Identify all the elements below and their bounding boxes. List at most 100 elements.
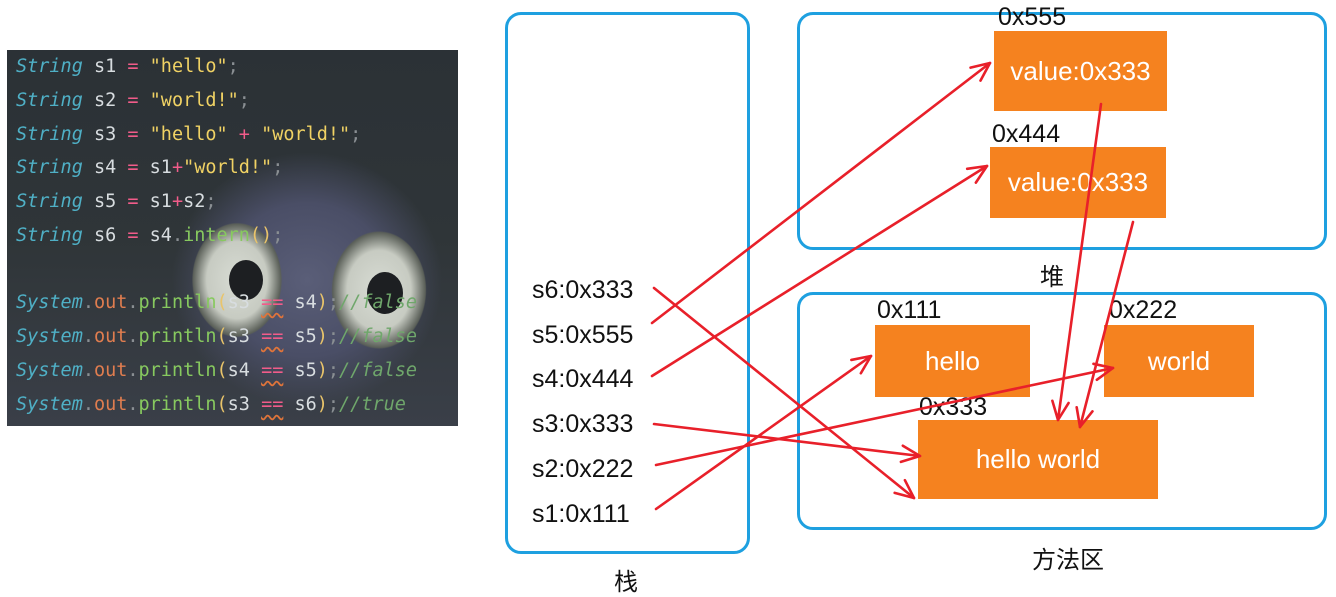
stack-item-s3: s3:0x333 — [532, 410, 634, 438]
code-token: String — [16, 191, 83, 212]
code-token: = — [127, 90, 139, 111]
heap-region-label: 堆 — [1040, 263, 1064, 291]
code-token: . — [127, 360, 139, 381]
code-token: = — [127, 157, 139, 178]
code-token: String — [16, 90, 83, 111]
code-token: s4 — [283, 292, 317, 313]
code-token: s2 — [183, 191, 206, 212]
code-token: String — [16, 124, 83, 145]
code-token: s1 — [138, 191, 172, 212]
code-token: + — [238, 124, 250, 145]
code-token: ) — [316, 360, 328, 381]
code-token: s3 — [227, 394, 262, 415]
code-token: s2 — [82, 90, 128, 111]
code-token: s1 — [138, 157, 172, 178]
code-token: println — [138, 360, 217, 381]
code-token: . — [82, 360, 94, 381]
code-token: String — [16, 157, 83, 178]
code-line: String s6 = s4.intern(); — [16, 219, 283, 253]
code-token: "world!" — [183, 157, 273, 178]
code-token: //true — [339, 394, 406, 415]
code-token: ( — [216, 360, 228, 381]
code-token: out — [93, 326, 128, 347]
heap-object-box: value:0x333 — [994, 31, 1167, 111]
heap-object-box: value:0x333 — [990, 147, 1166, 218]
code-token: String — [16, 225, 83, 246]
code-token: s6 — [283, 394, 317, 415]
code-token: == — [261, 292, 284, 313]
code-token: s3 — [227, 326, 262, 347]
code-token: ; — [272, 157, 284, 178]
code-token: = — [127, 56, 139, 77]
code-token: ; — [350, 124, 362, 145]
code-screenshot-panel: String s1 = "hello"; String s2 = "world!"… — [7, 50, 458, 426]
code-token: s5 — [82, 191, 128, 212]
code-token: s4 — [138, 225, 172, 246]
code-line: String s1 = "hello"; — [16, 50, 239, 84]
code-line: String s2 = "world!"; — [16, 84, 250, 118]
code-token: . — [171, 225, 184, 246]
method-area-region-label: 方法区 — [1032, 546, 1104, 574]
code-token: "world!" — [149, 90, 239, 111]
code-token: = — [127, 225, 139, 246]
code-token: out — [93, 292, 128, 313]
code-token: . — [127, 326, 139, 347]
code-line: System.out.println(s3 == s6);//true — [16, 388, 406, 422]
code-token: "world!" — [261, 124, 351, 145]
code-line: System.out.println(s4 == s5);//false — [16, 354, 417, 388]
string-constant-address: 0x111 — [877, 296, 942, 324]
code-token: intern — [183, 225, 250, 246]
code-token: s4 — [82, 157, 128, 178]
code-token: ; — [272, 225, 284, 246]
code-token: . — [127, 394, 139, 415]
code-token: () — [249, 225, 273, 246]
code-token: println — [138, 394, 217, 415]
code-token: System — [16, 326, 83, 347]
code-token: out — [93, 394, 128, 415]
code-token: ) — [316, 326, 328, 347]
heap-object-address: 0x555 — [998, 3, 1067, 31]
code-token: System — [16, 360, 83, 381]
code-token: == — [261, 360, 284, 381]
stack-item-s1: s1:0x111 — [532, 500, 630, 528]
code-token: System — [16, 292, 83, 313]
code-token: "hello" — [149, 56, 228, 77]
code-token: ( — [216, 326, 228, 347]
code-token: //false — [339, 360, 418, 381]
code-token: ; — [327, 394, 340, 415]
code-token: println — [138, 292, 217, 313]
stack-region-label: 栈 — [614, 568, 638, 596]
code-token: ) — [316, 292, 328, 313]
code-token: System — [16, 394, 83, 415]
code-token: "hello" — [149, 124, 228, 145]
code-token: println — [138, 326, 217, 347]
code-line: String s3 = "hello" + "world!"; — [16, 118, 361, 152]
code-token: + — [171, 157, 184, 178]
heap-object-address: 0x444 — [992, 120, 1061, 148]
code-line: String s5 = s1+s2; — [16, 185, 217, 219]
code-token: == — [261, 326, 284, 347]
stack-item-s6: s6:0x333 — [532, 276, 634, 304]
code-token: + — [171, 191, 184, 212]
code-token: ; — [327, 360, 340, 381]
code-line: System.out.println(s3 == s4);//false — [16, 286, 417, 320]
code-token: ( — [216, 292, 228, 313]
code-token: //false — [339, 326, 418, 347]
code-token: //false — [339, 292, 418, 313]
string-constant-address: 0x222 — [1109, 296, 1178, 324]
code-token: String — [16, 56, 83, 77]
code-token: . — [127, 292, 139, 313]
code-token: ; — [227, 56, 239, 77]
code-token: ; — [205, 191, 217, 212]
code-token: == — [261, 394, 284, 415]
code-token: = — [127, 124, 139, 145]
stack-item-s2: s2:0x222 — [532, 455, 634, 483]
string-constant-address: 0x333 — [919, 393, 988, 421]
code-token: ) — [316, 394, 328, 415]
stack-item-s5: s5:0x555 — [532, 321, 634, 349]
